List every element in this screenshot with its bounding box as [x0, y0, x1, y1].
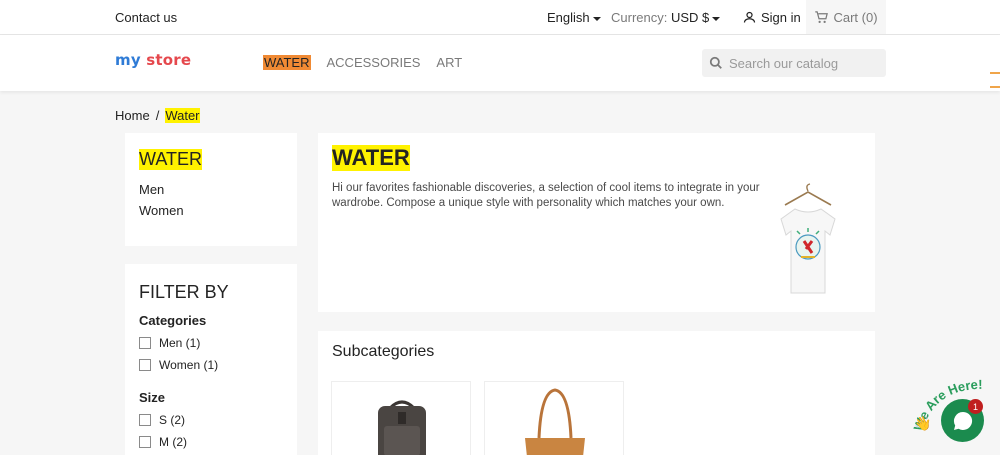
category-tree: WATER Men Women	[125, 133, 297, 246]
store-logo[interactable]: my store	[115, 51, 191, 69]
category-header: WATER Hi our favorites fashionable disco…	[318, 133, 875, 312]
subcategories-section: Subcategories	[318, 331, 875, 455]
subcategory-card-women[interactable]	[484, 381, 624, 455]
currency-value: USD $	[670, 10, 710, 25]
logo-text-1: my	[115, 51, 147, 69]
checkbox-icon[interactable]	[139, 337, 151, 349]
breadcrumb: Home / Water	[115, 108, 200, 123]
logo-text-2: store	[146, 51, 192, 69]
search-input[interactable]	[729, 55, 879, 71]
checkbox-icon[interactable]	[139, 436, 151, 448]
category-description: Hi our favorites fashionable discoveries…	[332, 182, 760, 209]
filter-categories-heading: Categories	[139, 313, 207, 328]
nav-item-accessories[interactable]: ACCESSORIES	[327, 55, 421, 70]
cart-icon	[815, 10, 829, 23]
contact-link[interactable]: Contact us	[115, 10, 177, 25]
category-tree-title[interactable]: WATER	[139, 149, 202, 170]
breadcrumb-home[interactable]: Home	[115, 108, 150, 123]
nav-item-water[interactable]: WATER	[263, 55, 311, 70]
page-title: WATER	[332, 145, 410, 171]
category-item-women[interactable]: Women	[139, 203, 283, 218]
nav-item-art[interactable]: ART	[436, 55, 462, 70]
facet-label: Men (1)	[159, 336, 201, 350]
facet-size-s[interactable]: S (2)	[139, 413, 283, 427]
main-nav: WATER ACCESSORIES ART	[263, 55, 462, 70]
checkbox-icon[interactable]	[139, 414, 151, 426]
cart-label: Cart (0)	[833, 9, 878, 25]
filter-title: FILTER BY	[139, 282, 229, 302]
facet-label: S (2)	[159, 413, 186, 427]
facet-men[interactable]: Men (1)	[139, 336, 283, 350]
facet-label: Women (1)	[159, 358, 219, 372]
breadcrumb-separator: /	[155, 108, 160, 123]
top-bar: Contact us English Currency: USD $ Sign …	[0, 0, 1000, 35]
waving-hand-icon: 👋	[914, 415, 931, 432]
search-icon[interactable]	[709, 56, 723, 70]
search-box	[702, 49, 886, 77]
breadcrumb-current: Water	[165, 108, 200, 123]
facet-size-m[interactable]: M (2)	[139, 435, 283, 449]
backpack-image	[378, 400, 426, 455]
chevron-down-icon	[712, 16, 721, 21]
language-selector[interactable]: English	[547, 10, 601, 25]
cart-button[interactable]: Cart (0)	[806, 0, 886, 34]
language-value: English	[547, 10, 590, 25]
sign-in-link[interactable]: Sign in	[742, 10, 801, 25]
handbag-image	[525, 388, 585, 455]
tshirt-image	[780, 183, 836, 294]
checkbox-icon[interactable]	[139, 359, 151, 371]
currency-selector[interactable]: Currency: USD $	[611, 10, 721, 25]
category-item-men[interactable]: Men	[139, 182, 283, 197]
facet-women[interactable]: Women (1)	[139, 358, 283, 372]
facet-label: M (2)	[159, 435, 187, 449]
notification-badge: 1	[968, 399, 983, 414]
currency-label: Currency:	[611, 10, 668, 25]
subcategories-heading: Subcategories	[332, 343, 435, 360]
chevron-down-icon	[592, 16, 601, 21]
menu-toggle-icon[interactable]	[990, 72, 1000, 100]
main-header: my store WATER ACCESSORIES ART	[0, 35, 1000, 91]
user-icon	[743, 11, 756, 23]
sign-in-label: Sign in	[761, 10, 801, 25]
filter-size-heading: Size	[139, 390, 166, 405]
filter-panel: FILTER BY Categories Men (1) Women (1) S…	[125, 264, 297, 455]
subcategory-card-men[interactable]	[331, 381, 471, 455]
